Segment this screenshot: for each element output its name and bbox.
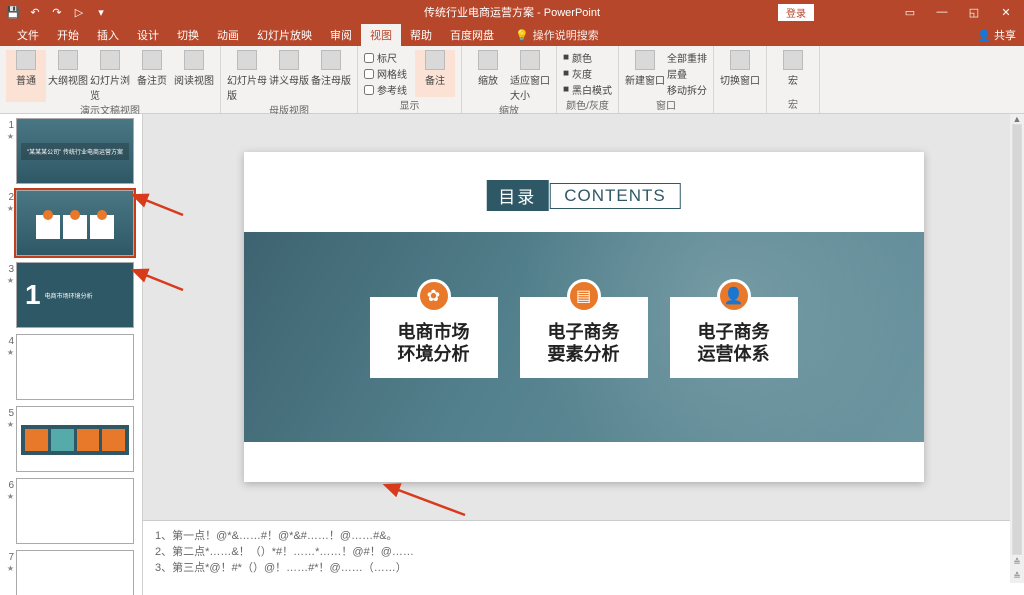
chart-icon: ▤: [567, 279, 601, 313]
undo-icon[interactable]: ↶: [28, 5, 42, 19]
tab-help[interactable]: 帮助: [401, 24, 441, 46]
ribbon-options-icon[interactable]: ▭: [896, 6, 924, 19]
login-button[interactable]: 登录: [778, 4, 814, 21]
view-normal-button[interactable]: 普通: [6, 50, 46, 102]
new-window-button[interactable]: 新建窗口: [625, 50, 665, 97]
blackwhite-button[interactable]: ■ 黑白模式: [563, 82, 612, 97]
tab-animations[interactable]: 动画: [208, 24, 248, 46]
slide-master-button[interactable]: 幻灯片母版: [227, 50, 267, 102]
note-line: 2、第二点*……&！（）*#！……*……！@#！@……: [155, 543, 1012, 559]
zoom-button[interactable]: 缩放: [468, 50, 508, 102]
view-outline-button[interactable]: 大纲视图: [48, 50, 88, 102]
window-title: 传统行业电商运营方案 - PowerPoint: [424, 4, 600, 20]
slide-thumbnail-pane[interactable]: 1★ "某某某公司" 传统行业电商运营方案 2★ 3★ 1电商市场环境分析 4★…: [0, 114, 143, 595]
slide-thumb-6[interactable]: [16, 478, 134, 544]
tab-home[interactable]: 开始: [48, 24, 88, 46]
view-notespage-button[interactable]: 备注页: [132, 50, 172, 102]
macros-button[interactable]: 宏: [773, 50, 813, 87]
save-icon[interactable]: 💾: [6, 5, 20, 19]
view-reading-button[interactable]: 阅读视图: [174, 50, 214, 102]
quick-access-toolbar: 💾 ↶ ↷ ▷ ▾: [0, 5, 108, 19]
slide-thumb-7[interactable]: [16, 550, 134, 595]
switch-window-button[interactable]: 切换窗口: [720, 50, 760, 87]
person-icon: 👤: [717, 279, 751, 313]
vertical-scrollbar[interactable]: ▲ ≙ ≙: [1010, 114, 1024, 583]
slide-thumb-3[interactable]: 1电商市场环境分析: [16, 262, 134, 328]
badge-icon: ✿: [417, 279, 451, 313]
share-button[interactable]: 👤 共享: [977, 27, 1016, 43]
maximize-icon[interactable]: ◱: [960, 6, 988, 19]
slide-thumb-4[interactable]: [16, 334, 134, 400]
note-line: 3、第三点*@！#*（）@！……#*！@……（……）: [155, 559, 1012, 575]
close-icon[interactable]: ✕: [992, 6, 1020, 19]
slide[interactable]: 目录 CONTENTS ✿ 电商市场环境分析 ▤ 电子商务要素分析 👤 电子商务…: [244, 152, 924, 482]
tab-design[interactable]: 设计: [128, 24, 168, 46]
scroll-next-icon[interactable]: ≙: [1010, 571, 1024, 583]
fit-window-button[interactable]: 适应窗口大小: [510, 50, 550, 102]
guides-checkbox[interactable]: 参考线: [364, 82, 407, 97]
notes-master-button[interactable]: 备注母版: [311, 50, 351, 102]
tab-baidu[interactable]: 百度网盘: [441, 24, 503, 46]
slide-thumb-1[interactable]: "某某某公司" 传统行业电商运营方案: [16, 118, 134, 184]
move-split-button[interactable]: 移动拆分: [667, 82, 707, 97]
content-card-2: ▤ 电子商务要素分析: [520, 297, 648, 378]
handout-master-button[interactable]: 讲义母版: [269, 50, 309, 102]
bulb-icon: 💡: [515, 29, 529, 42]
title-bar: 💾 ↶ ↷ ▷ ▾ 传统行业电商运营方案 - PowerPoint 登录 ▭ —…: [0, 0, 1024, 24]
color-button[interactable]: ■ 颜色: [563, 50, 612, 65]
minimize-icon[interactable]: —: [928, 6, 956, 18]
ruler-checkbox[interactable]: 标尺: [364, 50, 407, 65]
content-card-1: ✿ 电商市场环境分析: [370, 297, 498, 378]
tab-review[interactable]: 审阅: [321, 24, 361, 46]
notes-button[interactable]: 备注: [415, 50, 455, 97]
slide-canvas[interactable]: 目录 CONTENTS ✿ 电商市场环境分析 ▤ 电子商务要素分析 👤 电子商务…: [143, 114, 1024, 520]
qat-more-icon[interactable]: ▾: [94, 5, 108, 19]
note-line: 1、第一点！@*&……#！@*&#……！@……#&。: [155, 527, 1012, 543]
tab-file[interactable]: 文件: [8, 24, 48, 46]
contents-header: 目录 CONTENTS: [486, 180, 681, 211]
start-icon[interactable]: ▷: [72, 5, 86, 19]
arrange-all-button[interactable]: 全部重排: [667, 50, 707, 65]
scroll-prev-icon[interactable]: ≙: [1010, 557, 1024, 569]
tab-transitions[interactable]: 切换: [168, 24, 208, 46]
view-sorter-button[interactable]: 幻灯片浏览: [90, 50, 130, 102]
ribbon: 普通 大纲视图 幻灯片浏览 备注页 阅读视图 演示文稿视图 幻灯片母版 讲义母版…: [0, 46, 1024, 114]
content-card-3: 👤 电子商务运营体系: [670, 297, 798, 378]
slide-thumb-5[interactable]: [16, 406, 134, 472]
grayscale-button[interactable]: ■ 灰度: [563, 66, 612, 81]
gridlines-checkbox[interactable]: 网格线: [364, 66, 407, 81]
redo-icon[interactable]: ↷: [50, 5, 64, 19]
slide-thumb-2[interactable]: [16, 190, 134, 256]
notes-pane[interactable]: 1、第一点！@*&……#！@*&#……！@……#&。 2、第二点*……&！（）*…: [143, 520, 1024, 595]
tell-me[interactable]: 💡操作说明搜索: [515, 27, 599, 43]
photo-strip: ✿ 电商市场环境分析 ▤ 电子商务要素分析 👤 电子商务运营体系: [244, 232, 924, 442]
cascade-button[interactable]: 层叠: [667, 66, 707, 81]
tab-slideshow[interactable]: 幻灯片放映: [248, 24, 321, 46]
tab-insert[interactable]: 插入: [88, 24, 128, 46]
tab-view[interactable]: 视图: [361, 24, 401, 46]
ribbon-tabs: 文件 开始 插入 设计 切换 动画 幻灯片放映 审阅 视图 帮助 百度网盘 💡操…: [0, 24, 1024, 46]
